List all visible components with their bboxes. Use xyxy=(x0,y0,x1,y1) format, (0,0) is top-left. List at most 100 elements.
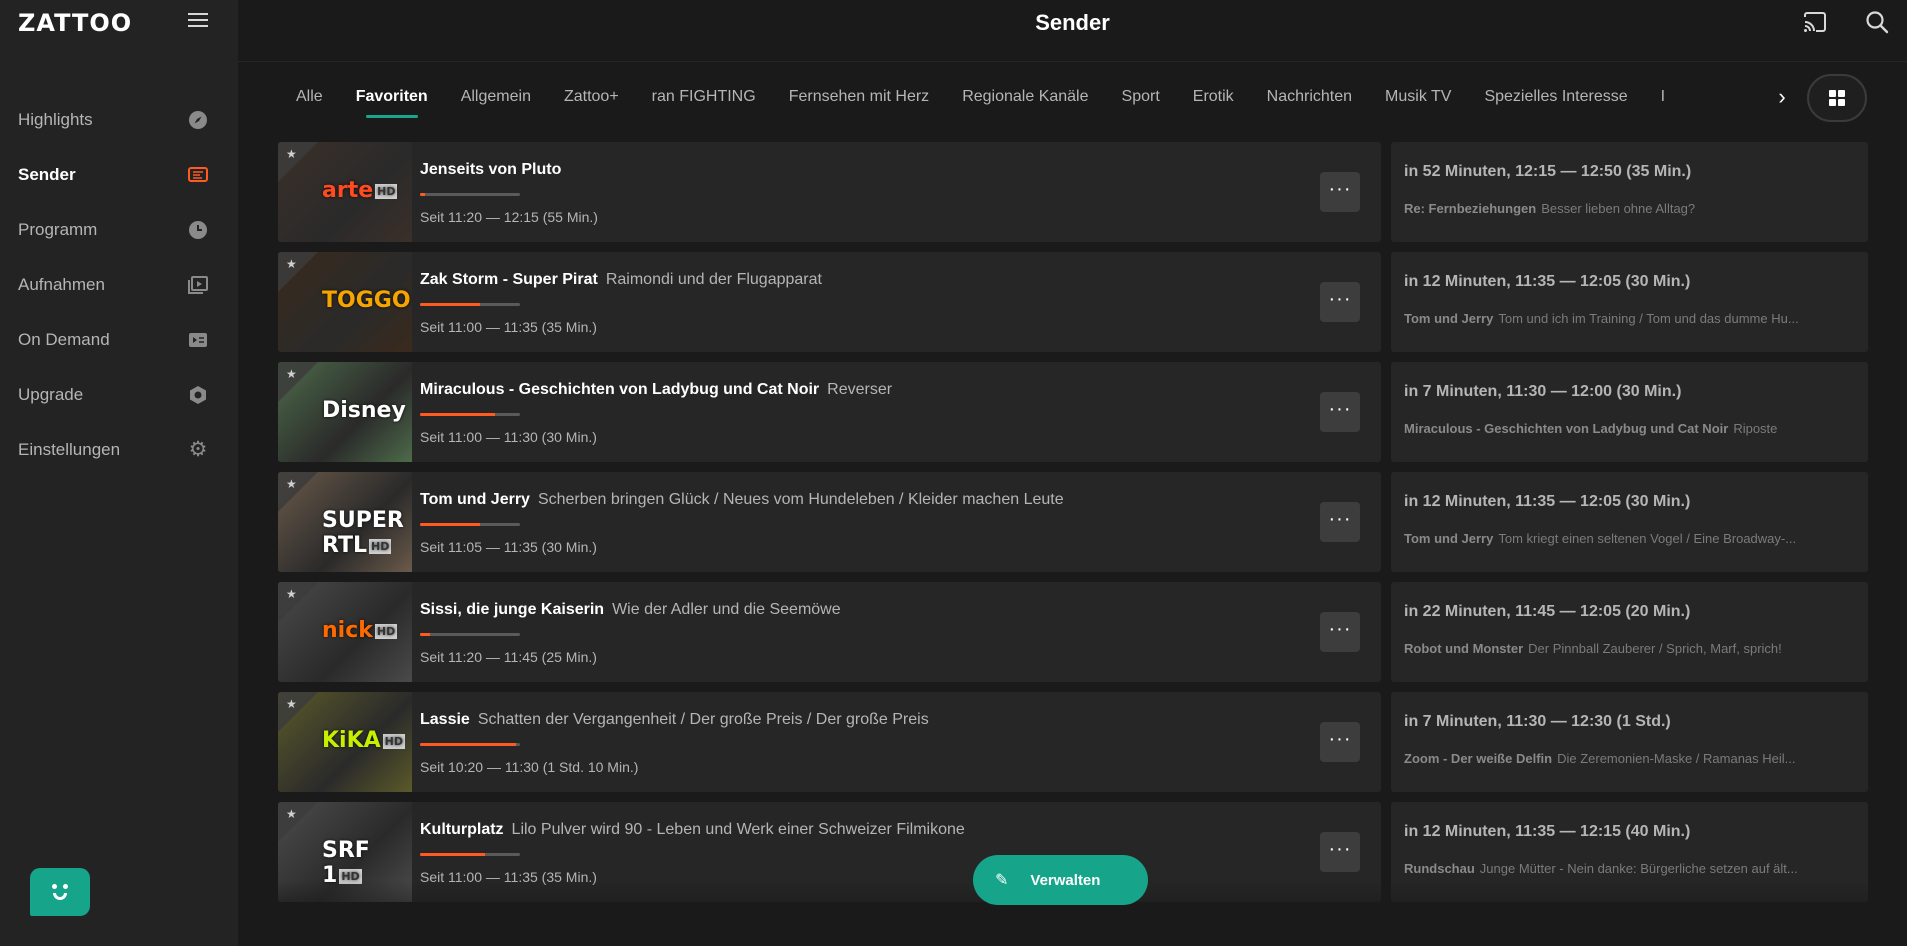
sidebar-item-aufnahmen[interactable]: Aufnahmen xyxy=(0,257,238,312)
channel-thumbnail[interactable]: ★ arte HD xyxy=(278,142,412,242)
channel-logo: TOGGOHD xyxy=(322,288,412,313)
channel-logo-text: arte xyxy=(322,178,374,203)
favorite-star-icon[interactable]: ★ xyxy=(286,807,297,821)
more-options-button[interactable]: ··· xyxy=(1320,502,1360,542)
channel-now-card[interactable]: ★ TOGGOHD Zak Storm - Super Pirat Raimond… xyxy=(278,252,1381,352)
progress-bar xyxy=(420,853,520,856)
channel-hd-badge: HD xyxy=(382,733,406,749)
show-title-line: Miraculous - Geschichten von Ladybug und… xyxy=(420,381,892,399)
more-options-button[interactable]: ··· xyxy=(1320,722,1360,762)
tab-sport[interactable]: Sport xyxy=(1122,74,1160,120)
channel-logo: nick HD xyxy=(322,618,398,643)
tab-zattoo-[interactable]: Zattoo+ xyxy=(564,74,619,120)
channel-row[interactable]: ★ Disney Miraculous - Geschichten von La… xyxy=(278,362,1868,462)
channel-next-card[interactable]: in 12 Minuten, 11:35 — 12:05 (30 Min.) T… xyxy=(1391,472,1868,572)
favorite-star-icon[interactable]: ★ xyxy=(286,257,297,271)
show-title: Miraculous - Geschichten von Ladybug und… xyxy=(420,381,820,398)
channel-next-card[interactable]: in 7 Minuten, 11:30 — 12:30 (1 Std.) Zoo… xyxy=(1391,692,1868,792)
next-episode-title: Riposte xyxy=(1733,421,1778,436)
channel-row[interactable]: ★ nick HD Sissi, die junge Kaiserin Wie de… xyxy=(278,582,1868,682)
next-episode-title: Der Pinnball Zauberer / Sprich, Marf, sp… xyxy=(1528,641,1782,656)
tab-spezielles-interesse[interactable]: Spezielles Interesse xyxy=(1484,74,1627,120)
sidebar-item-label: Highlights xyxy=(18,109,93,129)
channel-row[interactable]: ★ KiKA HD Lassie Schatten der Vergangenhei… xyxy=(278,692,1868,792)
favorite-star-icon[interactable]: ★ xyxy=(286,697,297,711)
channel-next-card[interactable]: in 52 Minuten, 12:15 — 12:50 (35 Min.) R… xyxy=(1391,142,1868,242)
progress-bar xyxy=(420,193,520,196)
thumbnail-corner xyxy=(278,692,318,732)
next-airtime: in 12 Minuten, 11:35 — 12:05 (30 Min.) xyxy=(1404,493,1691,510)
channel-thumbnail[interactable]: ★ Disney xyxy=(278,362,412,462)
next-episode-title: Besser lieben ohne Alltag? xyxy=(1541,201,1696,216)
logo-text: ZATTOO xyxy=(18,9,133,37)
manage-label: Verwalten xyxy=(1030,871,1101,889)
episode-title: Schatten der Vergangenheit / Der große P… xyxy=(477,711,929,728)
cast-icon[interactable] xyxy=(1803,12,1827,32)
favorite-star-icon[interactable]: ★ xyxy=(286,587,297,601)
zattoo-logo[interactable]: ZATTOO xyxy=(18,8,132,38)
channel-next-card[interactable]: in 7 Minuten, 11:30 — 12:00 (30 Min.) Mi… xyxy=(1391,362,1868,462)
next-show-title: Tom und Jerry xyxy=(1404,311,1494,326)
channel-next-card[interactable]: in 12 Minuten, 11:35 — 12:05 (30 Min.) T… xyxy=(1391,252,1868,352)
compass-icon xyxy=(188,110,208,130)
sidebar-item-upgrade[interactable]: Upgrade xyxy=(0,367,238,422)
sidebar-item-einstellungen[interactable]: Einstellungen ⚙ xyxy=(0,422,238,477)
channel-row[interactable]: ★ arte HD Jenseits von Pluto Seit 11:20 —… xyxy=(278,142,1868,242)
favorite-star-icon[interactable]: ★ xyxy=(286,367,297,381)
more-options-button[interactable]: ··· xyxy=(1320,392,1360,432)
channel-row[interactable]: ★ SUPER RTL HD Tom und Jerry Scherben brin… xyxy=(278,472,1868,572)
next-airtime: in 12 Minuten, 11:35 — 12:05 (30 Min.) xyxy=(1404,273,1691,290)
channel-now-card[interactable]: ★ nick HD Sissi, die junge Kaiserin Wie de… xyxy=(278,582,1381,682)
channel-thumbnail[interactable]: ★ SUPER RTL HD xyxy=(278,472,412,572)
channel-now-card[interactable]: ★ SUPER RTL HD Tom und Jerry Scherben brin… xyxy=(278,472,1381,572)
episode-title: Raimondi und der Flugapparat xyxy=(605,271,822,288)
tab-allgemein[interactable]: Allgemein xyxy=(461,74,531,120)
progress-fill xyxy=(420,633,430,636)
favorite-star-icon[interactable]: ★ xyxy=(286,477,297,491)
channel-logo: SUPER RTL HD xyxy=(322,508,412,558)
more-options-button[interactable]: ··· xyxy=(1320,282,1360,322)
more-options-button[interactable]: ··· xyxy=(1320,172,1360,212)
channel-now-card[interactable]: ★ KiKA HD Lassie Schatten der Vergangenhei… xyxy=(278,692,1381,792)
search-icon[interactable] xyxy=(1865,10,1889,34)
more-options-button[interactable]: ··· xyxy=(1320,612,1360,652)
channel-thumbnail[interactable]: ★ nick HD xyxy=(278,582,412,682)
thumbnail-corner xyxy=(278,472,318,512)
manage-favorites-button[interactable]: ✎ Verwalten xyxy=(973,855,1148,905)
channel-now-card[interactable]: ★ arte HD Jenseits von Pluto Seit 11:20 —… xyxy=(278,142,1381,242)
next-show-title: Rundschau xyxy=(1404,861,1475,876)
tab-fernsehen-mit-herz[interactable]: Fernsehen mit Herz xyxy=(789,74,930,120)
sidebar-item-programm[interactable]: Programm xyxy=(0,202,238,257)
tab-alle[interactable]: Alle xyxy=(296,74,323,120)
channel-thumbnail[interactable]: ★ TOGGOHD xyxy=(278,252,412,352)
tab-musik-tv[interactable]: Musik TV xyxy=(1385,74,1451,120)
tab-regionale-kanäle[interactable]: Regionale Kanäle xyxy=(962,74,1088,120)
chat-support-button[interactable] xyxy=(30,868,90,916)
next-show-line: Tom und Jerry Tom und ich im Training / T… xyxy=(1404,311,1854,326)
tab-favoriten[interactable]: Favoriten xyxy=(356,74,428,120)
progress-bar xyxy=(420,523,520,526)
recordings-icon xyxy=(188,275,208,295)
progress-fill xyxy=(420,413,495,416)
airtime: Seit 11:20 — 12:15 (55 Min.) xyxy=(420,209,598,225)
channel-next-card[interactable]: in 22 Minuten, 11:45 — 12:05 (20 Min.) R… xyxy=(1391,582,1868,682)
tab-nachrichten[interactable]: Nachrichten xyxy=(1267,74,1352,120)
sidebar-item-highlights[interactable]: Highlights xyxy=(0,92,238,147)
channel-now-card[interactable]: ★ Disney Miraculous - Geschichten von La… xyxy=(278,362,1381,462)
channel-logo-text: KiKA xyxy=(322,728,381,753)
grid-view-toggle-button[interactable] xyxy=(1807,74,1867,122)
tab-i[interactable]: I xyxy=(1661,74,1665,120)
tab-erotik[interactable]: Erotik xyxy=(1193,74,1234,120)
sidebar-item-on-demand[interactable]: On Demand xyxy=(0,312,238,367)
progress-bar xyxy=(420,413,520,416)
tabs-next-chevron-icon[interactable]: › xyxy=(1770,85,1794,109)
favorite-star-icon[interactable]: ★ xyxy=(286,147,297,161)
show-title: Sissi, die junge Kaiserin xyxy=(420,601,605,618)
more-options-button[interactable]: ··· xyxy=(1320,832,1360,872)
channel-thumbnail[interactable]: ★ KiKA HD xyxy=(278,692,412,792)
tab-ran-fighting[interactable]: ran FIGHTING xyxy=(652,74,756,120)
channel-row[interactable]: ★ TOGGOHD Zak Storm - Super Pirat Raimond… xyxy=(278,252,1868,352)
hamburger-menu-icon[interactable] xyxy=(188,13,208,29)
sidebar-item-sender[interactable]: Sender xyxy=(0,147,238,202)
show-title: Jenseits von Pluto xyxy=(420,161,562,178)
